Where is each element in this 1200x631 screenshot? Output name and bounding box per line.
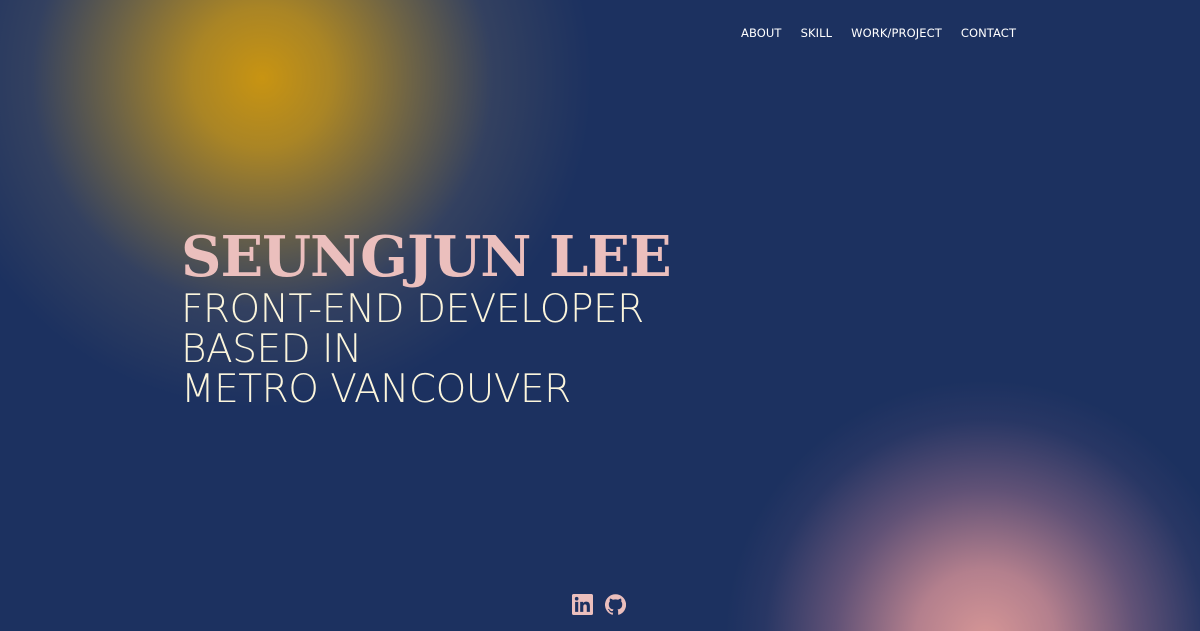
top-navigation: ABOUT SKILL WORK/PROJECT CONTACT xyxy=(741,26,1016,40)
nav-item-about[interactable]: ABOUT xyxy=(741,26,782,40)
nav-item-work-project[interactable]: WORK/PROJECT xyxy=(851,26,942,40)
github-link[interactable] xyxy=(605,594,626,615)
linkedin-icon xyxy=(572,594,593,615)
nav-item-skill[interactable]: SKILL xyxy=(801,26,833,40)
hero-section: SEUNGJUN LEE FRONT-END DEVELOPER BASED I… xyxy=(181,224,672,412)
hero-tagline-line-1: FRONT-END DEVELOPER xyxy=(181,287,644,332)
hero-name: SEUNGJUN LEE xyxy=(181,224,672,290)
hero-tagline-line-3: METRO VANCOUVER xyxy=(181,367,571,412)
github-icon xyxy=(605,594,626,615)
linkedin-link[interactable] xyxy=(572,594,593,615)
nav-item-contact[interactable]: CONTACT xyxy=(961,26,1016,40)
social-links xyxy=(572,594,626,615)
hero-tagline-line-2: BASED IN xyxy=(181,327,362,372)
